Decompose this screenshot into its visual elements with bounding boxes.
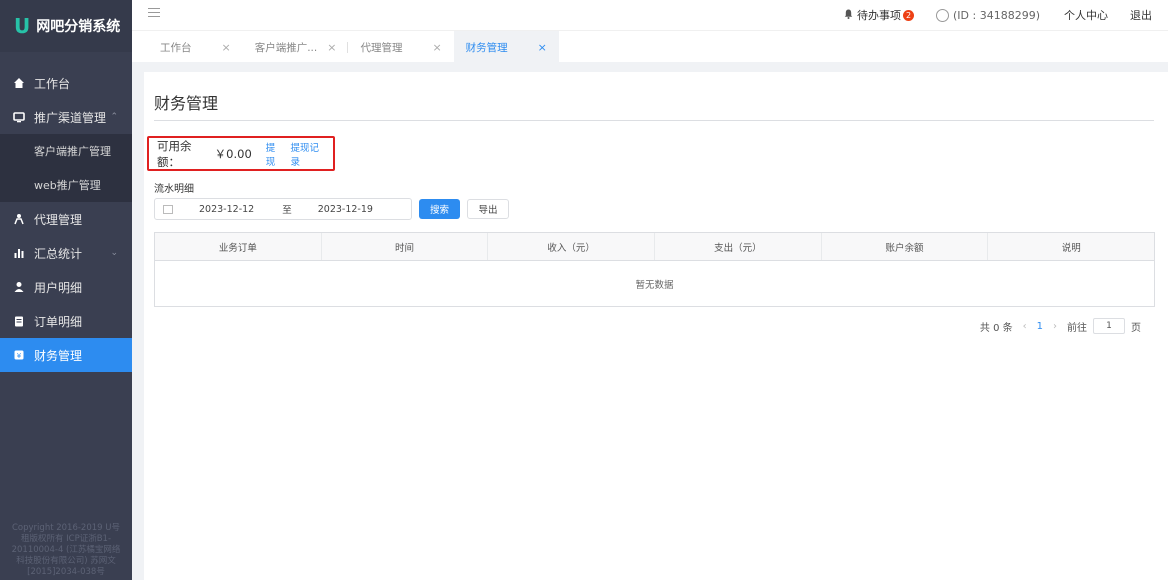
close-icon[interactable]: × <box>327 41 336 54</box>
home-icon <box>12 76 26 90</box>
calendar-icon <box>163 204 173 214</box>
logout-link[interactable]: 退出 <box>1130 7 1152 23</box>
svg-text:¥: ¥ <box>17 352 22 360</box>
sidebar-item-label: 工作台 <box>34 76 71 91</box>
top-header: 待办事项 2 (ID : 34188299) 个人中心 退出 <box>132 0 1168 30</box>
personal-center-link[interactable]: 个人中心 <box>1064 7 1108 23</box>
finance-table: 业务订单 时间 收入（元） 支出（元） 账户余额 说明 暂无数据 <box>154 232 1155 307</box>
menu-toggle-icon[interactable] <box>148 8 160 18</box>
balance-label: 可用余额： <box>157 138 192 169</box>
app-root: U 网吧分销系统 工作台 推广渠道管理 ⌃ 客户端推广管理 web推广管理 代理… <box>0 0 1168 580</box>
next-page-icon[interactable]: › <box>1053 321 1057 332</box>
sidebar-item-label: 财务管理 <box>34 348 83 363</box>
chevron-down-icon: ⌄ <box>110 248 118 258</box>
empty-state-text: 暂无数据 <box>635 279 674 291</box>
sidebar-item-agents[interactable]: 代理管理 <box>0 202 132 236</box>
date-separator: 至 <box>282 205 292 216</box>
tab-workbench[interactable]: 工作台 × <box>148 31 243 63</box>
pagination: 共 0 条 ‹ 1 › 前往 1 页 <box>980 318 1141 334</box>
column-header: 时间 <box>322 233 489 260</box>
tab-label: 财务管理 <box>465 41 508 54</box>
column-header: 收入（元） <box>488 233 656 260</box>
promotion-submenu: 客户端推广管理 web推广管理 <box>0 134 132 202</box>
user-id-text: (ID : 34188299) <box>953 8 1040 22</box>
column-header: 支出（元） <box>655 233 822 260</box>
divider <box>154 120 1154 121</box>
monitor-icon <box>12 110 26 124</box>
user-info: (ID : 34188299) <box>936 8 1040 22</box>
tab-label: 代理管理 <box>360 41 403 54</box>
flow-details-label: 流水明细 <box>154 184 194 195</box>
sidebar-subitem-label: web推广管理 <box>34 179 101 192</box>
logo: U 网吧分销系统 <box>0 0 132 52</box>
goto-label: 前往 <box>1067 322 1087 334</box>
sidebar-item-label: 用户明细 <box>34 280 83 295</box>
sidebar-item-user-details[interactable]: 用户明细 <box>0 270 132 304</box>
date-start: 2023-12-12 <box>199 203 255 215</box>
total-count: 共 0 条 <box>979 322 1013 334</box>
close-icon[interactable]: × <box>222 41 231 54</box>
tab-bar: 工作台 × 客户端推广... × 代理管理 × 财务管理 × <box>132 30 1168 63</box>
header-actions: 待办事项 2 (ID : 34188299) 个人中心 退出 <box>844 0 1158 30</box>
withdraw-link[interactable]: 提现 <box>266 140 284 168</box>
column-header: 账户余额 <box>822 233 989 260</box>
tab-client-promotion[interactable]: 客户端推广... × <box>243 31 349 63</box>
sidebar-item-finance[interactable]: ¥ 财务管理 <box>0 338 132 372</box>
close-icon[interactable]: × <box>432 41 441 54</box>
column-header: 业务订单 <box>155 233 322 260</box>
user-icon <box>12 280 26 294</box>
wallet-icon: ¥ <box>12 348 26 362</box>
todo-label: 待办事项 <box>857 9 901 22</box>
sidebar-item-workbench[interactable]: 工作台 <box>0 66 132 100</box>
balance-highlight-box: 可用余额： ￥0.00 提现 提现记录 <box>147 136 335 171</box>
page-suffix: 页 <box>1131 322 1141 334</box>
sidebar-item-order-details[interactable]: 订单明细 <box>0 304 132 338</box>
tab-label: 客户端推广... <box>254 41 318 54</box>
main-content: 财务管理 可用余额： ￥0.00 提现 提现记录 流水明细 2023-12-12… <box>144 72 1168 580</box>
app-title: 网吧分销系统 <box>36 19 121 35</box>
page-title: 财务管理 <box>154 94 219 113</box>
balance-value: ￥0.00 <box>214 146 252 161</box>
bar-chart-icon <box>12 246 26 260</box>
bell-icon <box>844 9 853 22</box>
sidebar-item-summary-stats[interactable]: 汇总统计 ⌄ <box>0 236 132 270</box>
tab-label: 工作台 <box>160 41 192 54</box>
goto-page-input[interactable]: 1 <box>1093 318 1125 334</box>
table-header: 业务订单 时间 收入（元） 支出（元） 账户余额 说明 <box>155 233 1154 261</box>
todo-count-badge: 2 <box>903 9 914 21</box>
sidebar-item-label: 订单明细 <box>34 314 83 329</box>
sidebar-subitem-label: 客户端推广管理 <box>34 145 111 158</box>
avatar-icon <box>936 8 949 22</box>
logo-mark: U <box>14 14 31 38</box>
prev-page-icon[interactable]: ‹ <box>1023 321 1027 332</box>
copyright-text: Copyright 2016-2019 U号租版权所有 ICP证浙B1-2011… <box>11 523 121 577</box>
sidebar-item-label: 汇总统计 <box>34 246 83 261</box>
agents-icon <box>12 212 26 226</box>
export-button[interactable]: 导出 <box>467 199 509 219</box>
sidebar-menu: 工作台 推广渠道管理 ⌃ 客户端推广管理 web推广管理 代理管理 汇总统计 ⌄… <box>0 66 132 372</box>
sidebar-item-promotion-channels[interactable]: 推广渠道管理 ⌃ <box>0 100 132 134</box>
todo-link[interactable]: 待办事项 2 <box>844 7 914 23</box>
tab-agents[interactable]: 代理管理 × <box>348 31 453 63</box>
chevron-up-icon: ⌃ <box>110 112 118 122</box>
sidebar: U 网吧分销系统 工作台 推广渠道管理 ⌃ 客户端推广管理 web推广管理 代理… <box>0 0 132 580</box>
page-number[interactable]: 1 <box>1037 321 1043 332</box>
tab-finance[interactable]: 财务管理 × <box>453 31 559 63</box>
sidebar-subitem-client-promotion[interactable]: 客户端推广管理 <box>0 134 132 168</box>
close-icon[interactable]: × <box>538 41 547 54</box>
column-header: 说明 <box>1061 242 1081 254</box>
search-button[interactable]: 搜索 <box>419 199 460 219</box>
withdraw-records-link[interactable]: 提现记录 <box>291 140 326 168</box>
sidebar-subitem-web-promotion[interactable]: web推广管理 <box>0 168 132 202</box>
clipboard-icon <box>12 314 26 328</box>
date-end: 2023-12-19 <box>317 203 373 215</box>
sidebar-item-label: 代理管理 <box>34 212 83 227</box>
date-range-picker[interactable]: 2023-12-12 至 2023-12-19 <box>154 198 412 220</box>
sidebar-item-label: 推广渠道管理 <box>34 110 107 125</box>
